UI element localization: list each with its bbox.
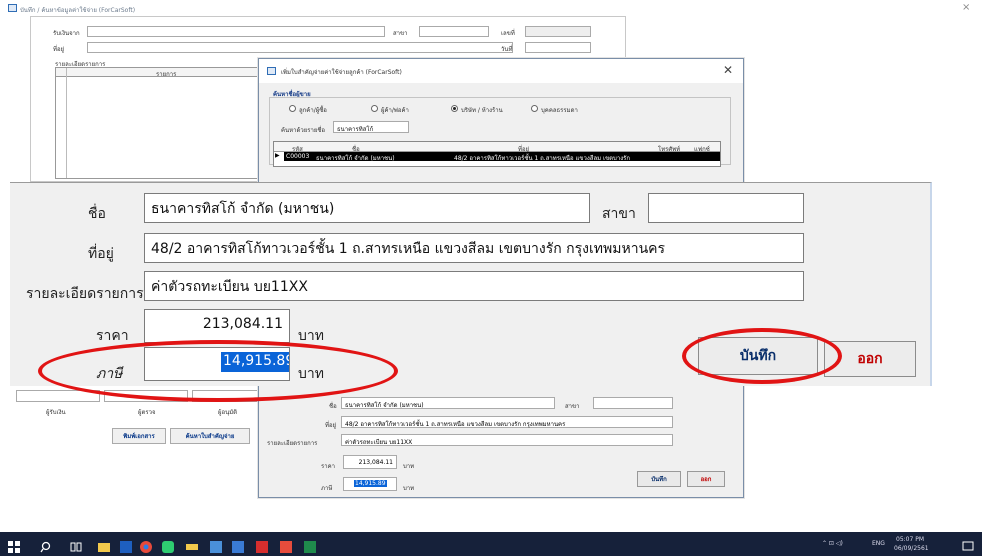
branch-label: สาขา (602, 206, 636, 222)
app-icon (8, 4, 17, 12)
bg-address-label: ที่อยู่ (53, 46, 65, 53)
line-icon[interactable] (162, 538, 174, 553)
approver-label: ผู้อนุมัติ (218, 409, 238, 416)
address-field[interactable]: 48/2 อาคารทิสโก้ทาวเวอร์ชั้น 1 ถ.สาทรเหน… (144, 233, 804, 263)
radio-customer-label: ลูกค้า/ผู้ซื้อ (299, 107, 327, 114)
print-document-button[interactable]: พิมพ์เอกสาร (112, 428, 166, 444)
mini-name-label: ชื่อ (329, 403, 337, 410)
bg-branch-field[interactable] (419, 26, 489, 37)
seller-results-grid[interactable]: รหัส ชื่อ ที่อยู่ โทรศัพท์ แฟกซ์ ▶ C0000… (273, 141, 721, 167)
mini-tax-label: ภาษี (321, 485, 333, 492)
file-explorer-icon[interactable] (98, 538, 110, 552)
radio-circle[interactable] (371, 105, 378, 112)
search-name-input[interactable]: ธนาคารทิสโก้ (333, 121, 409, 133)
radio-circle-checked[interactable] (451, 105, 458, 112)
mini-tax-unit: บาท (403, 485, 415, 492)
search-icon[interactable] (40, 538, 52, 553)
received-from-field[interactable] (87, 26, 385, 37)
radio-circle[interactable] (289, 105, 296, 112)
app-icon-blue[interactable] (120, 538, 132, 553)
search-voucher-button[interactable]: ค้นหาใบสำคัญจ่าย (170, 428, 250, 444)
checker-label: ผู้ตรวจ (138, 409, 156, 416)
radio-trader-label: ผู้ค้า/พ่อค้า (381, 107, 409, 114)
mini-tax-value: 14,915.89 (354, 480, 387, 487)
details-field[interactable]: ค่าตัวรถทะเบียน บย11XX (144, 271, 804, 301)
details-grid[interactable]: รายการ (55, 67, 281, 179)
language-indicator[interactable]: ENG (872, 540, 885, 547)
mini-name-field[interactable]: ธนาคารทิสโก้ จำกัด (มหาชน) (341, 397, 555, 409)
excel-icon[interactable] (304, 538, 316, 553)
mini-address-label: ที่อยู่ (325, 422, 337, 429)
name-label: ชื่อ (88, 206, 106, 222)
name-field[interactable]: ธนาคารทิสโก้ จำกัด (มหาชน) (144, 193, 590, 223)
address-label: ที่อยู่ (88, 246, 114, 262)
details-label: รายละเอียดรายการ (26, 286, 144, 302)
picture-icon[interactable] (232, 538, 244, 553)
app-icon-red[interactable] (280, 538, 292, 553)
chrome-icon[interactable] (140, 538, 152, 553)
radio-circle[interactable] (531, 105, 538, 112)
grid-row-code: C00003 (286, 153, 310, 160)
task-view-icon[interactable] (70, 538, 82, 552)
radio-individual-label: บุคคลธรรมดา (541, 107, 578, 114)
grid-row-address: 48/2 อาคารทิสโก้ทาวเวอร์ชั้น 1 ถ.สาทรเหน… (454, 155, 631, 162)
mini-details-field[interactable]: ค่าตัวรถทะเบียน บย11XX (341, 434, 673, 446)
start-icon[interactable] (8, 538, 20, 553)
mini-branch-label: สาขา (565, 403, 580, 410)
radio-company-label: บริษัท / ห้างร้าน (461, 107, 503, 114)
item-column-header: รายการ (156, 71, 177, 78)
search-by-name-label: ค้นหาด้วยรายชื่อ (281, 127, 326, 134)
mini-save-button[interactable]: บันทึก (637, 471, 681, 487)
price-field[interactable]: 213,084.11 (144, 309, 290, 343)
number-label: เลขที่ (501, 30, 515, 37)
dialog-title: เพิ่มใบสำคัญจ่ายค่าใช้จ่ายลูกค้า (ForCar… (281, 69, 402, 76)
mini-price-field[interactable]: 213,084.11 (343, 455, 397, 469)
main-close-button[interactable]: × (962, 2, 970, 13)
dialog-close-button[interactable]: ✕ (723, 63, 733, 77)
date-label: วันที่ (501, 46, 513, 53)
clock-time[interactable]: 05:07 PM (896, 536, 924, 543)
tax-highlight-oval (38, 340, 398, 402)
windows-taskbar: ⌃ ⊡ ◁) ENG 05:07 PM 06/09/2561 (0, 532, 982, 556)
app-title: บันทึก / ค้นหาข้อมูลค่าใช้จ่าย (ForCarSo… (20, 7, 136, 14)
bg-branch-label: สาขา (393, 30, 408, 37)
window-app-icon[interactable] (210, 538, 222, 553)
app-icon-yellow[interactable] (186, 538, 198, 550)
branch-field[interactable] (648, 193, 804, 223)
pdf-icon[interactable] (256, 538, 268, 553)
row-marker-icon: ▶ (275, 152, 280, 159)
receiver-label: ผู้รับเงิน (46, 409, 66, 416)
bg-address-field[interactable] (87, 42, 513, 53)
grid-row-name: ธนาคารทิสโก้ จำกัด (มหาชน) (316, 155, 395, 162)
date-field[interactable] (525, 42, 591, 53)
mini-address-field[interactable]: 48/2 อาคารทิสโก้ทาวเวอร์ชั้น 1 ถ.สาทรเหน… (341, 416, 673, 428)
mini-details-label: รายละเอียดรายการ (267, 440, 318, 447)
notification-icon[interactable] (962, 538, 974, 551)
received-from-label: รับเงินจาก (53, 30, 80, 37)
dialog-app-icon (267, 67, 276, 75)
number-field[interactable] (525, 26, 591, 37)
mini-branch-field[interactable] (593, 397, 673, 409)
mini-tax-field[interactable]: 14,915.89 (343, 477, 397, 491)
mini-price-label: ราคา (321, 463, 335, 470)
tray-icons[interactable]: ⌃ ⊡ ◁) (822, 540, 843, 547)
clock-date[interactable]: 06/09/2561 (894, 545, 929, 552)
mini-exit-button[interactable]: ออก (687, 471, 725, 487)
save-highlight-oval (682, 328, 842, 384)
mini-price-unit: บาท (403, 463, 415, 470)
